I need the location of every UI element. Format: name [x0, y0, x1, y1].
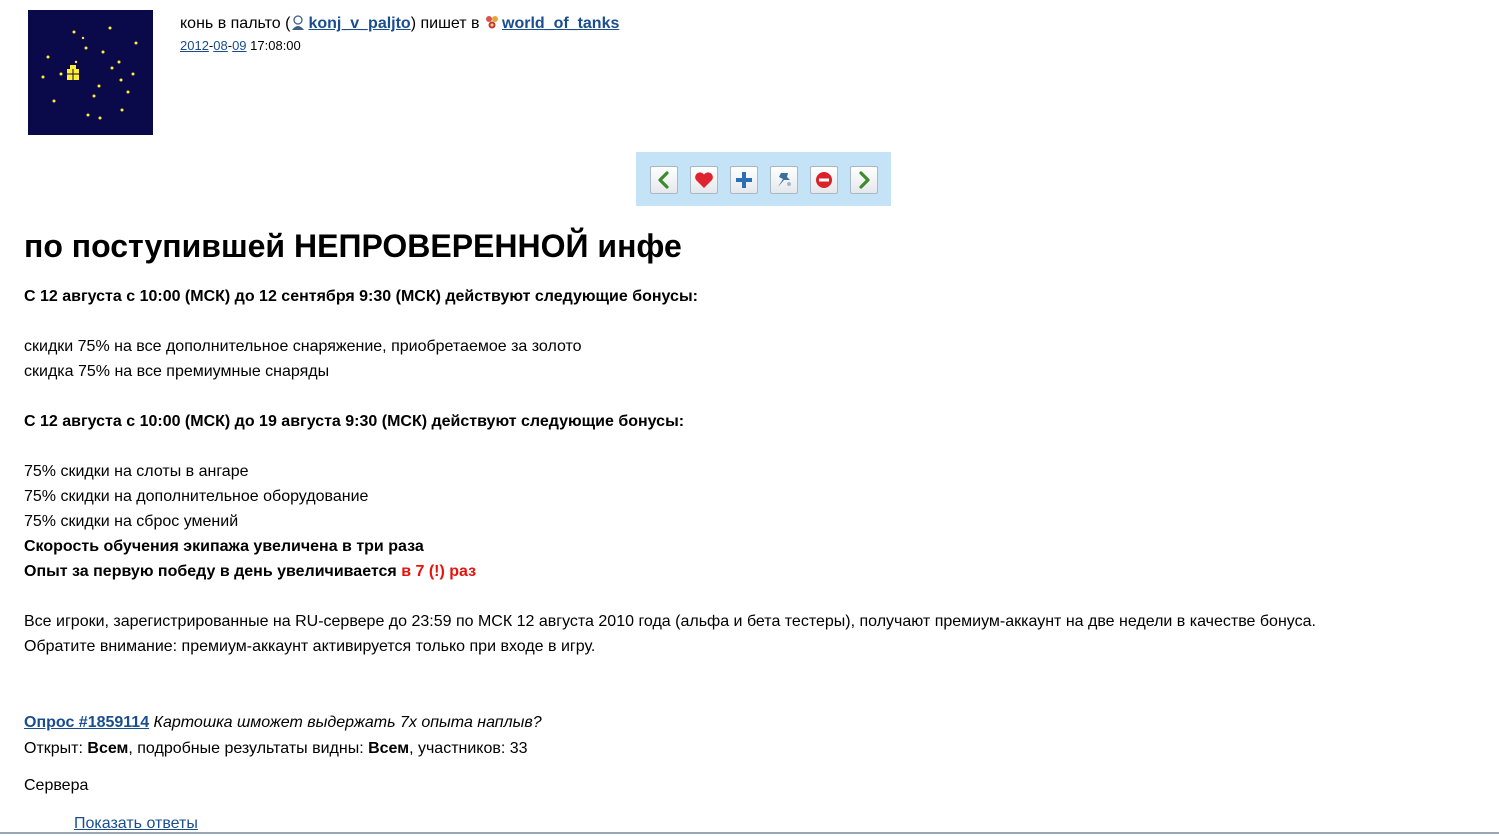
bonus-heading-1: С 12 августа с 10:00 (МСК) до 12 сентябр…	[24, 288, 698, 305]
poll-question: Картошка шможет выдержать 7х опыта наплы…	[149, 714, 542, 731]
poll-block: Опрос #1859114 Картошка шможет выдержать…	[24, 710, 542, 762]
experience-text: Опыт за первую победу в день увеличивает…	[24, 563, 402, 580]
add-to-memories-button[interactable]	[690, 166, 718, 194]
poll-open-label: Открыт:	[24, 740, 88, 757]
premium-notice: Все игроки, зарегистрированные на RU-сер…	[24, 613, 1316, 630]
divider	[0, 832, 1499, 834]
prev-entry-button[interactable]	[650, 166, 678, 194]
heart-icon	[695, 172, 713, 188]
poll-participants: , участников: 33	[409, 740, 528, 757]
post-date: 2012-08-09 17:08:00	[180, 38, 301, 54]
poll-link[interactable]: Опрос #1859114	[24, 714, 149, 731]
community-icon[interactable]	[484, 14, 500, 31]
poll-question-title: Сервера	[24, 777, 89, 794]
crew-training-line: Скорость обучения экипажа увеличена в тр…	[24, 538, 424, 555]
bonus-heading-2: С 12 августа с 10:00 (МСК) до 19 августа…	[24, 413, 685, 430]
plus-icon	[736, 172, 752, 188]
author-name: конь в пальто (	[180, 15, 291, 32]
prev-arrow-icon	[658, 171, 669, 189]
experience-line: Опыт за первую победу в день увеличивает…	[24, 559, 1494, 584]
userpic[interactable]	[28, 10, 153, 135]
bonus-item: скидка 75% на все премиумные снаряды	[24, 363, 330, 380]
poll-results-label: , подробные результаты видны:	[128, 740, 369, 757]
userpic-image	[28, 10, 153, 135]
bonus-item: скидки 75% на все дополнительное снаряже…	[24, 338, 582, 355]
date-year-link[interactable]: 2012	[180, 38, 209, 53]
poll-results-value: Всем	[368, 740, 410, 757]
tag-button[interactable]	[770, 166, 798, 194]
bonus-item: 75% скидки на дополнительное оборудовани…	[24, 488, 369, 505]
track-button[interactable]	[730, 166, 758, 194]
post-title: по поступившей НЕПРОВЕРЕННОЙ инфе	[24, 228, 682, 264]
date-month-link[interactable]: 08	[213, 38, 227, 53]
minus-circle-icon	[816, 172, 832, 188]
user-profile-icon[interactable]	[290, 14, 306, 31]
community-link[interactable]: world_of_tanks	[502, 15, 619, 32]
username-link[interactable]: konj_v_paljto	[308, 15, 410, 32]
poll-info-line: Открыт: Всем, подробные результаты видны…	[24, 736, 542, 762]
premium-activation-note: Обратите внимание: премиум-аккаунт актив…	[24, 638, 596, 655]
post-header: конь в пальто ( konj_v_paljto) пишет в wo…	[180, 14, 619, 34]
flag-button[interactable]	[810, 166, 838, 194]
entry-toolbar	[636, 152, 891, 206]
post-body: С 12 августа с 10:00 (МСК) до 12 сентябр…	[24, 284, 1494, 659]
poll-open-value: Всем	[87, 740, 129, 757]
date-day-link[interactable]: 09	[232, 38, 246, 53]
experience-highlight: в 7 (!) раз	[401, 563, 477, 580]
bonus-item: 75% скидки на сброс умений	[24, 513, 239, 530]
next-entry-button[interactable]	[850, 166, 878, 194]
post-time: 17:08:00	[246, 38, 301, 53]
writes-in-text: ) пишет в	[410, 15, 484, 32]
bonus-item: 75% скидки на слоты в ангаре	[24, 463, 249, 480]
pin-icon	[778, 173, 791, 187]
next-arrow-icon	[859, 171, 870, 189]
poll-title-line: Опрос #1859114 Картошка шможет выдержать…	[24, 710, 542, 736]
